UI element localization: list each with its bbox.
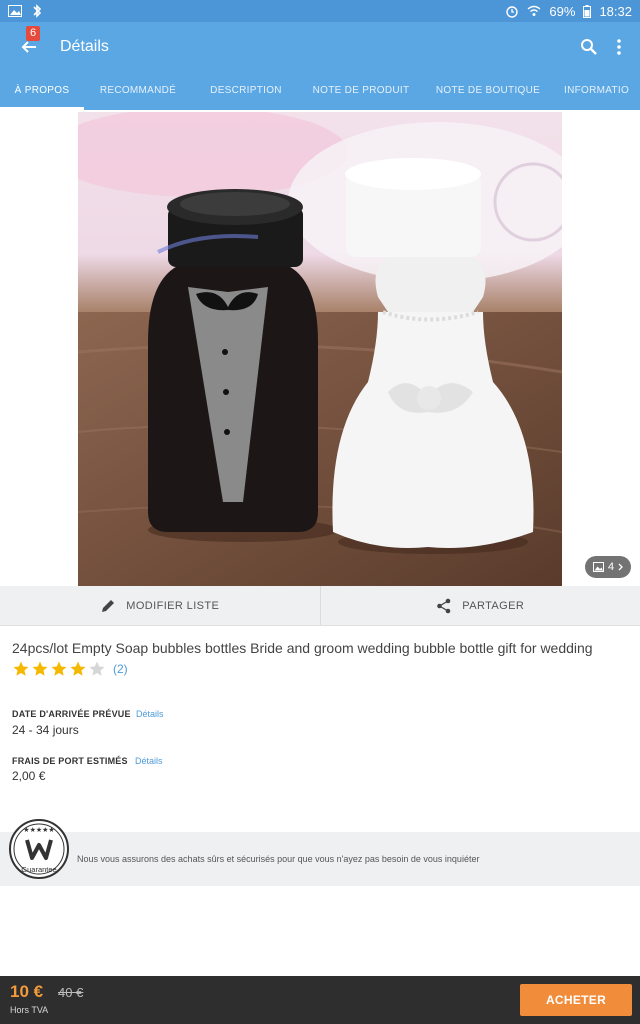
gallery-notification-icon bbox=[8, 5, 22, 17]
star-filled-icon bbox=[51, 661, 67, 676]
review-count[interactable]: (2) bbox=[113, 662, 128, 676]
clock: 18:32 bbox=[599, 3, 632, 19]
back-button[interactable]: 6 bbox=[4, 22, 54, 72]
product-photo bbox=[78, 112, 562, 586]
buy-button[interactable]: ACHETER bbox=[520, 984, 632, 1016]
delivery-value: 24 - 34 jours bbox=[12, 723, 79, 737]
shipping-value: 2,00 € bbox=[12, 769, 46, 783]
alarm-icon bbox=[506, 6, 519, 18]
star-filled-icon bbox=[70, 661, 86, 676]
status-bar: 69% 18:32 bbox=[0, 0, 640, 22]
image-count: 4 bbox=[607, 561, 615, 573]
action-bar: MODIFIER LISTE PARTAGER bbox=[0, 586, 640, 626]
share-label: PARTAGER bbox=[462, 599, 525, 612]
star-filled-icon bbox=[13, 661, 29, 676]
share-button[interactable]: PARTAGER bbox=[319, 586, 640, 625]
image-count-badge[interactable]: 4 bbox=[585, 556, 631, 578]
tab-note-de-boutique[interactable]: NOTE DE BOUTIQUE bbox=[422, 72, 554, 110]
page-title: Détails bbox=[60, 38, 109, 55]
more-vert-icon[interactable] bbox=[616, 38, 622, 56]
product-image[interactable] bbox=[78, 112, 562, 586]
tab-informations[interactable]: INFORMATIO bbox=[554, 72, 640, 110]
rating[interactable]: (2) bbox=[12, 660, 128, 678]
tax-note: Hors TVA bbox=[10, 1005, 49, 1015]
star-empty-icon bbox=[89, 661, 105, 676]
tab-a-propos[interactable]: À PROPOS bbox=[0, 72, 84, 110]
search-icon[interactable] bbox=[580, 38, 598, 56]
delivery-details-link[interactable]: Détails bbox=[136, 709, 164, 719]
delivery-label: DATE D'ARRIVÉE PRÉVUE bbox=[12, 709, 131, 719]
modify-list-button[interactable]: MODIFIER LISTE bbox=[0, 586, 320, 625]
guarantee-seal-icon: ★★★★★ Guarantee bbox=[9, 819, 69, 879]
tab-recommande[interactable]: RECOMMANDÉ bbox=[84, 72, 192, 110]
purchase-bar: 10 € 40 € Hors TVA ACHETER bbox=[0, 976, 640, 1024]
tab-note-de-produit[interactable]: NOTE DE PRODUIT bbox=[300, 72, 422, 110]
guarantee-banner: ★★★★★ Guarantee Nous vous assurons des a… bbox=[0, 819, 640, 886]
arrow-back-icon bbox=[21, 41, 36, 53]
wifi-icon bbox=[527, 5, 541, 16]
tab-bar: À PROPOS RECOMMANDÉ DESCRIPTION NOTE DE … bbox=[0, 72, 640, 110]
shipping-label: FRAIS DE PORT ESTIMÉS bbox=[12, 756, 128, 766]
chevron-right-icon bbox=[618, 563, 623, 571]
guarantee-text: Nous vous assurons des achats sûrs et sé… bbox=[77, 854, 480, 864]
photo-icon bbox=[592, 562, 604, 572]
product-title: 24pcs/lot Empty Soap bubbles bottles Bri… bbox=[12, 640, 593, 656]
guarantee-seal-text: Guarantee bbox=[21, 865, 56, 874]
pencil-icon bbox=[102, 599, 115, 612]
modify-list-label: MODIFIER LISTE bbox=[126, 599, 220, 612]
share-icon bbox=[437, 598, 451, 613]
notification-badge: 6 bbox=[26, 26, 41, 41]
svg-text:★★★★★: ★★★★★ bbox=[23, 826, 54, 834]
battery-percent: 69% bbox=[549, 3, 576, 19]
tab-description[interactable]: DESCRIPTION bbox=[192, 72, 300, 110]
battery-icon bbox=[583, 4, 592, 18]
bluetooth-icon bbox=[33, 4, 42, 18]
original-price: 40 € bbox=[58, 985, 84, 1000]
star-filled-icon bbox=[32, 661, 48, 676]
price: 10 € bbox=[10, 982, 44, 1001]
shipping-details-link[interactable]: Détails bbox=[135, 756, 163, 766]
app-bar: 6 Détails bbox=[0, 22, 640, 72]
